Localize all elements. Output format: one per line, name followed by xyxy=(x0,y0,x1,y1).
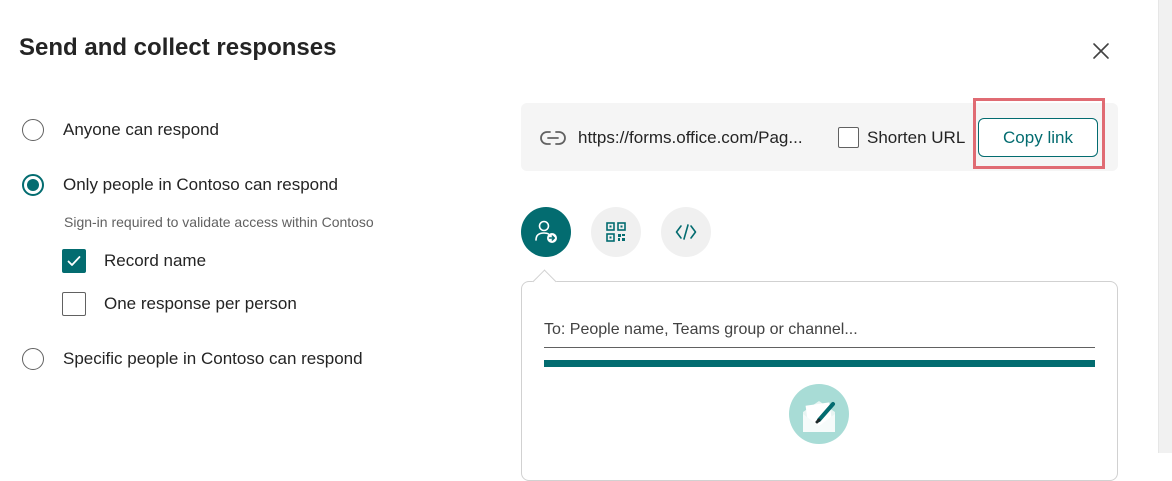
scrollbar[interactable] xyxy=(1158,0,1172,453)
checkbox-record-name[interactable]: Record name xyxy=(62,249,206,273)
radio-specific-people[interactable]: Specific people in Contoso can respond xyxy=(22,348,363,370)
radio-button-selected[interactable] xyxy=(22,174,44,196)
embed-code-icon xyxy=(675,224,697,240)
radio-label: Anyone can respond xyxy=(63,120,219,139)
radio-button[interactable] xyxy=(22,119,44,141)
dialog-title: Send and collect responses xyxy=(19,34,337,61)
checkbox-label: One response per person xyxy=(104,294,297,313)
shorten-url-label: Shorten URL xyxy=(867,127,966,147)
tab-send-link[interactable] xyxy=(521,207,571,257)
close-button[interactable] xyxy=(1088,38,1114,64)
shorten-url-toggle[interactable]: Shorten URL xyxy=(838,127,965,148)
envelope-pencil-icon xyxy=(789,384,849,444)
radio-button[interactable] xyxy=(22,348,44,370)
checkbox-unchecked[interactable] xyxy=(62,292,86,316)
copy-link-button[interactable]: Copy link xyxy=(978,118,1098,157)
person-send-icon xyxy=(535,220,557,243)
recipients-input[interactable] xyxy=(544,313,1095,348)
tab-qr-code[interactable] xyxy=(591,207,641,257)
tab-embed[interactable] xyxy=(661,207,711,257)
radio-anyone-can-respond[interactable]: Anyone can respond xyxy=(22,119,219,141)
checkbox-one-response[interactable]: One response per person xyxy=(62,292,297,316)
checkmark-icon xyxy=(67,256,81,266)
loading-bar xyxy=(544,360,1095,367)
loading-bar-fill xyxy=(544,360,1095,367)
qr-code-icon xyxy=(606,222,626,242)
close-icon[interactable] xyxy=(1092,42,1110,60)
send-email-card xyxy=(521,281,1118,481)
radio-only-contoso[interactable]: Only people in Contoso can respond xyxy=(22,174,338,196)
checkbox-checked[interactable] xyxy=(62,249,86,273)
link-icon xyxy=(540,131,566,145)
signin-note: Sign-in required to validate access with… xyxy=(64,214,374,230)
shorten-url-checkbox[interactable] xyxy=(838,127,859,148)
radio-label: Specific people in Contoso can respond xyxy=(63,349,363,368)
radio-label: Only people in Contoso can respond xyxy=(63,175,339,194)
checkbox-label: Record name xyxy=(104,251,207,270)
form-url[interactable]: https://forms.office.com/Pag... xyxy=(578,128,803,148)
